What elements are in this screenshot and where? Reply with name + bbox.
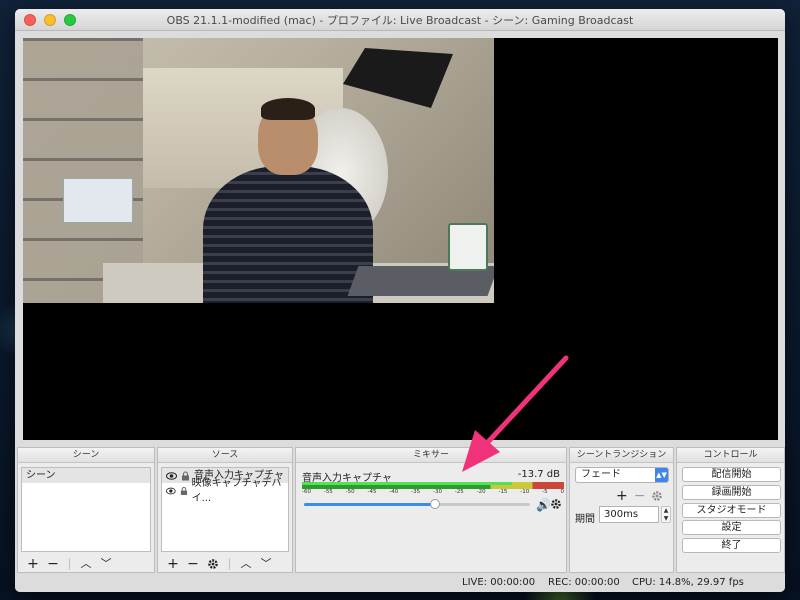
rec-status: REC: 00:00:00 bbox=[548, 577, 620, 588]
scenes-toolbar: + − ︿ ﹀ bbox=[23, 557, 116, 571]
plus-icon: + bbox=[27, 556, 39, 572]
volume-slider-knob[interactable] bbox=[430, 499, 440, 509]
transition-select-value: フェード bbox=[581, 469, 621, 480]
transition-select[interactable]: フェード ▲▼ bbox=[575, 467, 669, 483]
window-title: OBS 21.1.1-modified (mac) - プロファイル: Live… bbox=[166, 13, 634, 27]
volume-slider-fill bbox=[304, 503, 435, 506]
transition-toolbar: + − bbox=[616, 488, 663, 504]
meter-scale-tick: -45 bbox=[367, 489, 377, 495]
meter-scale: -60 -55 -50 -45 -40 -35 -30 -25 -20 -15 -10 -5 0 bbox=[302, 489, 564, 495]
remove-source-button[interactable]: − bbox=[183, 557, 203, 571]
cpu-status: CPU: 14.8%, 29.97 fps bbox=[632, 577, 744, 588]
scene-item-label: シーン bbox=[26, 470, 56, 481]
start-streaming-button[interactable]: 配信開始 bbox=[682, 467, 781, 482]
duration-input[interactable]: 300ms bbox=[599, 506, 659, 523]
meter-scale-tick: -30 bbox=[432, 489, 442, 495]
mixer-channel: 音声入力キャプチャ -13.7 dB -60 -55 -50 -45 -40 -35 -30… bbox=[300, 467, 564, 519]
move-scene-up-button[interactable]: ︿ bbox=[76, 557, 96, 571]
status-bar: LIVE: 00:00:00 REC: 00:00:00 CPU: 14.8%,… bbox=[15, 574, 785, 592]
sources-dock: ソース 音声入力キャプチャ 映像キャプチャデバイ... + − ︿ ﹀ bbox=[157, 447, 293, 573]
chevron-up-icon: ︿ bbox=[240, 557, 252, 570]
window-controls bbox=[24, 14, 76, 26]
gear-icon bbox=[208, 559, 218, 569]
meter-scale-tick: -25 bbox=[454, 489, 464, 495]
source-item[interactable]: 映像キャプチャデバイ... bbox=[162, 478, 288, 504]
sources-list[interactable]: 音声入力キャプチャ 映像キャプチャデバイ... bbox=[161, 467, 289, 552]
select-arrows-icon: ▲▼ bbox=[655, 468, 668, 482]
duration-value: 300ms bbox=[604, 509, 639, 520]
obs-window: OBS 21.1.1-modified (mac) - プロファイル: Live… bbox=[15, 9, 785, 592]
gear-icon[interactable] bbox=[651, 490, 663, 502]
add-transition-button[interactable]: + bbox=[616, 488, 628, 504]
studio-mode-button[interactable]: スタジオモード bbox=[682, 503, 781, 518]
settings-button[interactable]: 設定 bbox=[682, 520, 781, 535]
minimize-button[interactable] bbox=[44, 14, 56, 26]
zoom-button[interactable] bbox=[64, 14, 76, 26]
mixer-level-db: -13.7 dB bbox=[517, 469, 560, 480]
add-source-button[interactable]: + bbox=[163, 557, 183, 571]
meter-scale-tick: -20 bbox=[476, 489, 486, 495]
add-scene-button[interactable]: + bbox=[23, 557, 43, 571]
camera-feed bbox=[23, 38, 494, 303]
scenes-dock-header: シーン bbox=[18, 448, 154, 463]
duration-label: 期間 bbox=[575, 514, 595, 525]
scenes-dock: シーン シーン + − ︿ ﹀ bbox=[17, 447, 155, 573]
chevron-up-icon: ︿ bbox=[80, 557, 92, 570]
scene-item[interactable]: シーン bbox=[22, 468, 150, 483]
mixer-gear-button[interactable] bbox=[550, 498, 562, 513]
transitions-dock-header: シーントランジション bbox=[570, 448, 673, 463]
eye-icon[interactable] bbox=[166, 471, 177, 480]
controls-dock-header: コントロール bbox=[677, 448, 784, 463]
source-properties-button[interactable] bbox=[203, 557, 223, 571]
remove-transition-button[interactable]: − bbox=[634, 488, 646, 504]
meter-scale-tick: -50 bbox=[345, 489, 355, 495]
move-source-down-button[interactable]: ﹀ bbox=[256, 557, 276, 571]
meter-scale-tick: -5 bbox=[542, 489, 548, 495]
meter-scale-tick: -15 bbox=[498, 489, 508, 495]
exit-button[interactable]: 終了 bbox=[682, 538, 781, 553]
duration-stepper[interactable]: ▲ ▼ bbox=[661, 506, 671, 523]
meter-scale-tick: -35 bbox=[411, 489, 421, 495]
close-button[interactable] bbox=[24, 14, 36, 26]
meter-scale-tick: -55 bbox=[323, 489, 333, 495]
chevron-down-icon: ﹀ bbox=[100, 557, 112, 570]
start-recording-button[interactable]: 録画開始 bbox=[682, 485, 781, 500]
chevron-down-icon: ﹀ bbox=[260, 557, 272, 570]
live-status: LIVE: 00:00:00 bbox=[462, 577, 536, 588]
lock-icon[interactable] bbox=[180, 486, 188, 496]
mixer-dock-header: ミキサー bbox=[296, 448, 566, 463]
move-source-up-button[interactable]: ︿ bbox=[236, 557, 256, 571]
volume-meter-level bbox=[302, 482, 512, 485]
meter-scale-tick: -40 bbox=[389, 489, 399, 495]
speaker-icon[interactable]: 🔊 bbox=[536, 498, 551, 512]
controls-dock: コントロール 配信開始 録画開始 スタジオモード 設定 終了 bbox=[676, 447, 785, 573]
plus-icon: + bbox=[167, 556, 179, 572]
gear-icon bbox=[551, 499, 561, 509]
transitions-dock: シーントランジション フェード ▲▼ + − 期間 300ms ▲ ▼ bbox=[569, 447, 674, 573]
move-scene-down-button[interactable]: ﹀ bbox=[96, 557, 116, 571]
lock-icon[interactable] bbox=[181, 470, 190, 481]
minus-icon: − bbox=[187, 556, 199, 572]
program-preview[interactable] bbox=[23, 38, 778, 440]
eye-icon[interactable] bbox=[166, 487, 176, 495]
sources-dock-header: ソース bbox=[158, 448, 292, 463]
meter-scale-tick: -60 bbox=[302, 489, 311, 495]
source-item-label: 映像キャプチャデバイ... bbox=[191, 477, 282, 504]
minus-icon: − bbox=[47, 556, 59, 572]
scenes-list[interactable]: シーン bbox=[21, 467, 151, 552]
title-bar[interactable]: OBS 21.1.1-modified (mac) - プロファイル: Live… bbox=[15, 9, 785, 31]
sources-toolbar: + − ︿ ﹀ bbox=[163, 557, 276, 571]
dock-area: シーン シーン + − ︿ ﹀ ソース 音声入力キャプチャ 映像キャプチャデバイ… bbox=[15, 447, 785, 573]
meter-scale-tick: -10 bbox=[520, 489, 530, 495]
meter-scale-tick: 0 bbox=[560, 489, 564, 495]
remove-scene-button[interactable]: − bbox=[43, 557, 63, 571]
mixer-dock: ミキサー 音声入力キャプチャ -13.7 dB -60 -55 -50 -45 -40-… bbox=[295, 447, 567, 573]
